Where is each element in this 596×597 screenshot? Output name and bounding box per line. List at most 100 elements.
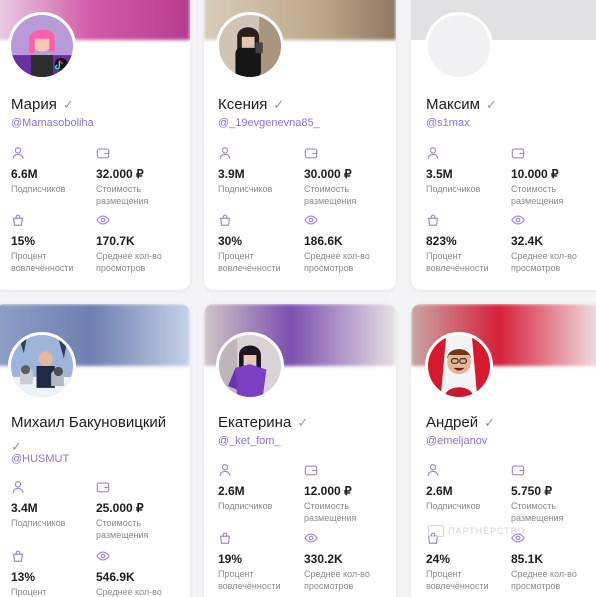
stat-label: Среднее кол-во просмотров — [511, 251, 577, 273]
wallet-icon — [304, 463, 318, 477]
avatar — [8, 12, 76, 80]
stat-label: Подписчиков — [11, 518, 66, 528]
avatar — [216, 12, 284, 80]
stat-subscribers: 6.6M Подписчиков — [11, 146, 65, 195]
blogger-handle[interactable]: @Mamasoboliha — [11, 117, 94, 129]
stat-label: Процент вовлечённости — [218, 251, 281, 273]
stat-cost: 5.750 ₽ Стоимость размещения — [511, 463, 563, 524]
name-row: Екатерина ✓ — [218, 414, 388, 432]
stat-value: 24% — [426, 552, 451, 566]
stat-value: 30% — [218, 234, 243, 248]
stat-label: Процент вовлечённости — [11, 251, 74, 273]
bag-icon — [11, 213, 25, 227]
stat-label: Стоимость размещения — [304, 184, 357, 206]
wallet-icon — [96, 480, 110, 494]
stat-value: 3.5M — [426, 167, 453, 181]
blogger-name[interactable]: Михаил Бакуновицкий — [11, 414, 166, 432]
stat-label: Стоимость размещения — [511, 501, 564, 523]
blogger-handle[interactable]: @HUSMUT — [11, 453, 69, 465]
wallet-icon — [304, 146, 318, 160]
stat-cost: 25.000 ₽ Стоимость размещения — [96, 480, 148, 541]
avatar — [425, 332, 493, 400]
stat-value: 85.1K — [511, 552, 544, 566]
blogger-handle[interactable]: @_19evgenevna85_ — [218, 117, 320, 129]
verified-icon: ✓ — [485, 97, 497, 112]
stat-views: 186.6K Среднее кол-во просмотров — [304, 213, 370, 274]
name-row: Ксения ✓ — [218, 96, 388, 114]
stat-label: Процент вовлечённости — [426, 569, 489, 591]
avatar — [216, 332, 284, 400]
stat-views: 330.2K Среднее кол-во просмотров — [304, 531, 370, 592]
blogger-name[interactable]: Андрей — [426, 414, 478, 432]
stat-label: Стоимость размещения — [96, 184, 149, 206]
stat-views: 85.1K Среднее кол-во просмотров — [511, 531, 577, 592]
blogger-card[interactable]: Михаил Бакуновицкий ✓ @HUSMUT 3.4M Подпи… — [0, 304, 190, 597]
user-icon — [11, 480, 25, 494]
user-icon — [218, 463, 232, 477]
stat-cost: 12.000 ₽ Стоимость размещения — [304, 463, 356, 524]
stat-value: 3.4M — [11, 501, 38, 515]
stat-label: Подписчиков — [426, 501, 481, 511]
stat-cost: 32.000 ₽ Стоимость размещения — [96, 146, 148, 207]
stat-label: Подписчиков — [426, 184, 481, 194]
bag-icon — [218, 531, 232, 545]
name-row: Мария ✓ — [11, 96, 181, 114]
blogger-handle[interactable]: @emeljanov — [426, 435, 487, 447]
blogger-name[interactable]: Мария — [11, 96, 57, 114]
stat-value: 546.9K — [96, 570, 135, 584]
stat-label: Подписчиков — [218, 184, 273, 194]
blogger-card[interactable]: Екатерина ✓ @_ket_fom_ 2.6M Подписчиков … — [204, 304, 396, 597]
blogger-name[interactable]: Максим — [426, 96, 480, 114]
stat-value: 3.9M — [218, 167, 245, 181]
stat-views: 32.4K Среднее кол-во просмотров — [511, 213, 577, 274]
eye-icon — [511, 213, 525, 227]
user-icon — [218, 146, 232, 160]
stat-engagement: 13% Процент вовлечённости — [11, 549, 74, 597]
stat-value: 2.6M — [218, 484, 245, 498]
blogger-card[interactable]: Максим ✓ @s1max 3.5M Подписчиков 10.000 … — [411, 0, 596, 290]
stat-label: Процент вовлечённости — [426, 251, 489, 273]
avatar — [425, 12, 493, 80]
stat-value: 2.6M — [426, 484, 453, 498]
stat-value: 12.000 ₽ — [304, 484, 352, 498]
stat-label: Процент вовлечённости — [11, 587, 47, 597]
blogger-name[interactable]: Екатерина — [218, 414, 291, 432]
stat-value: 25.000 ₽ — [96, 501, 144, 515]
eye-icon — [96, 549, 110, 563]
stat-value: 13% — [11, 570, 36, 584]
stat-subscribers: 3.4M Подписчиков — [11, 480, 65, 529]
bag-icon — [426, 213, 440, 227]
stat-value: 32.000 ₽ — [96, 167, 144, 181]
eye-icon — [96, 213, 110, 227]
watermark-logo-icon — [428, 525, 444, 537]
stat-label: Процент вовлечённости — [218, 569, 281, 591]
stat-engagement: 30% Процент вовлечённости — [218, 213, 281, 274]
stat-label: Подписчиков — [11, 184, 66, 194]
stat-label: Подписчиков — [218, 501, 273, 511]
wallet-icon — [96, 146, 110, 160]
blogger-card[interactable]: Ксения ✓ @_19evgenevna85_ 3.9M Подписчик… — [204, 0, 396, 290]
blogger-handle[interactable]: @_ket_fom_ — [218, 435, 281, 447]
wallet-icon — [511, 146, 525, 160]
blogger-card[interactable]: Андрей ✓ @emeljanov 2.6M Подписчиков 5.7… — [411, 304, 596, 597]
avatar — [8, 332, 76, 400]
stat-value: 19% — [218, 552, 243, 566]
stat-label: Среднее кол-во просмотров — [511, 569, 577, 591]
name-row: Максим ✓ — [426, 96, 596, 114]
blogger-name[interactable]: Ксения — [218, 96, 267, 114]
stat-engagement: 15% Процент вовлечённости — [11, 213, 74, 274]
verified-icon: ✓ — [297, 415, 309, 430]
watermark-text: ПАРТНЁРСТВО — [448, 526, 526, 536]
stat-value: 823% — [426, 234, 457, 248]
stat-value: 15% — [11, 234, 36, 248]
watermark: ПАРТНЁРСТВО — [428, 525, 525, 537]
user-icon — [11, 146, 25, 160]
stat-value: 10.000 ₽ — [511, 167, 559, 181]
stat-value: 330.2K — [304, 552, 343, 566]
blogger-handle[interactable]: @s1max — [426, 117, 470, 129]
eye-icon — [304, 213, 318, 227]
user-icon — [426, 146, 440, 160]
stat-label: Среднее кол-во просмотров — [96, 587, 162, 597]
blogger-card[interactable]: Мария ✓ @Mamasoboliha 6.6M Подписчиков 3… — [0, 0, 190, 290]
stat-engagement: 823% Процент вовлечённости — [426, 213, 489, 274]
